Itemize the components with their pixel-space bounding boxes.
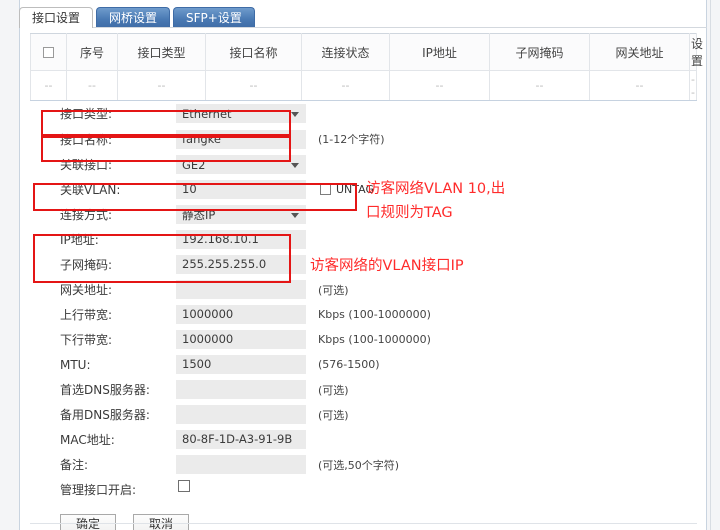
label-mtu: MTU: [60,357,91,372]
select-bind-port[interactable]: GE2 [176,155,306,174]
annotation-ip-note: 访客网络的VLAN接口IP [310,258,464,274]
cancel-button[interactable]: 取消 [133,514,189,530]
table-cell-index: -- [66,70,118,101]
input-mac-address[interactable] [176,430,306,449]
table-cell-interface-type: -- [117,70,206,101]
form-row-gateway: 网关地址: (可选) [30,277,697,302]
confirm-button[interactable]: 确定 [60,514,116,530]
hint-upstream-bandwidth: Kbps (100-1000000) [318,308,431,321]
input-subnet-mask[interactable] [176,255,306,274]
hint-downstream-bandwidth: Kbps (100-1000000) [318,333,431,346]
label-mac-address: MAC地址: [60,433,115,447]
input-remark[interactable] [176,455,306,474]
label-upstream-bandwidth: 上行带宽: [60,308,113,322]
input-dns-primary[interactable] [176,380,306,399]
select-connect-mode-value: 静态IP [182,208,216,222]
label-connect-mode: 连接方式: [60,208,113,222]
table-cell-actions: -- [689,70,697,101]
form-row-remark: 备注: (可选,50个字符) [30,452,697,477]
label-interface-name: 接口名称: [60,132,113,147]
table-header-actions: 设置 [689,33,703,71]
form-actions: 确定 取消 [30,514,697,530]
input-upstream-bandwidth[interactable] [176,305,306,324]
select-all-checkbox[interactable] [43,47,54,58]
table-cell-select: -- [30,70,67,101]
table-cell-ip-address: -- [389,70,490,101]
annotation-vlan-note-line2: 口规则为TAG [366,205,453,221]
form-row-downstream-bandwidth: 下行带宽: Kbps (100-1000000) [30,327,697,352]
bottom-divider [30,523,697,524]
chevron-down-icon [291,111,299,117]
input-interface-name[interactable] [176,129,306,149]
form-row-ip-address: IP地址: [30,227,697,252]
table-cell-interface-name: -- [205,70,302,101]
table-cell-gateway: -- [589,70,690,101]
table-header-link-status: 连接状态 [301,33,390,71]
table-header-interface-name: 接口名称 [205,33,302,71]
hint-interface-name: (1-12个字符) [318,133,385,146]
label-bind-vlan: 关联VLAN: [60,183,121,197]
tab-underline [19,27,707,28]
select-interface-type-value: Ethernet [182,106,232,121]
input-downstream-bandwidth[interactable] [176,330,306,349]
tab-sfp-plus-settings[interactable]: SFP+设置 [173,7,255,28]
input-bind-vlan[interactable] [176,180,306,199]
form-row-dns-backup: 备用DNS服务器: (可选) [30,402,697,427]
label-subnet-mask: 子网掩码: [60,258,113,272]
label-interface-type: 接口类型: [60,106,113,121]
form-row-bind-vlan: 关联VLAN: UNTAG [30,177,697,202]
table-header-row: 序号 接口类型 接口名称 连接状态 IP地址 子网掩码 网关地址 设置 [30,33,703,71]
chevron-down-icon [291,163,299,168]
input-mtu[interactable] [176,355,306,374]
table-row[interactable]: -- -- -- -- -- -- -- -- -- [30,70,697,101]
form-row-connect-mode: 连接方式: 静态IP [30,202,697,227]
panel-right-edge [710,0,711,530]
table-header-interface-type: 接口类型 [117,33,206,71]
interface-form: 接口类型: Ethernet 接口名称: (1-12个字符) 关联接口: [30,100,697,530]
form-row-mgmt-enable: 管理接口开启: [30,477,697,501]
form-row-dns-primary: 首选DNS服务器: (可选) [30,377,697,402]
mgmt-enable-checkbox[interactable] [178,479,190,492]
tab-bridge-settings[interactable]: 网桥设置 [96,7,171,28]
table-cell-link-status: -- [301,70,390,101]
form-row-mtu: MTU: (576-1500) [30,352,697,377]
hint-dns-primary: (可选) [318,383,349,397]
label-gateway: 网关地址: [60,283,113,297]
table-cell-subnet-mask: -- [489,70,590,101]
select-bind-port-value: GE2 [182,158,206,172]
page-root: 接口设置 网桥设置 SFP+设置 序号 接口类型 接口名称 连接状态 IP地址 … [0,0,720,530]
hint-mtu: (576-1500) [318,358,380,371]
chevron-down-icon [291,213,299,218]
table-header-ip-address: IP地址 [389,33,490,71]
hint-gateway: (可选) [318,283,349,297]
table-header-index: 序号 [66,33,118,71]
hint-dns-backup: (可选) [318,408,349,422]
table-header-subnet-mask: 子网掩码 [489,33,590,71]
form-row-interface-type: 接口类型: Ethernet [30,100,697,126]
label-ip-address: IP地址: [60,233,99,247]
label-dns-primary: 首选DNS服务器: [60,383,150,397]
table-header-select-all[interactable] [30,33,67,71]
form-row-mac-address: MAC地址: [30,427,697,452]
input-gateway[interactable] [176,280,306,299]
tab-bar: 接口设置 网桥设置 SFP+设置 [19,6,258,28]
label-remark: 备注: [60,458,89,472]
label-downstream-bandwidth: 下行带宽: [60,333,113,347]
input-ip-address[interactable] [176,230,306,249]
form-row-upstream-bandwidth: 上行带宽: Kbps (100-1000000) [30,302,697,327]
select-connect-mode[interactable]: 静态IP [176,205,306,224]
form-row-interface-name: 接口名称: (1-12个字符) [30,126,697,152]
hint-remark: (可选,50个字符) [318,458,400,472]
tab-interface-settings[interactable]: 接口设置 [19,7,94,28]
input-dns-backup[interactable] [176,405,306,424]
interface-table: 序号 接口类型 接口名称 连接状态 IP地址 子网掩码 网关地址 设置 -- -… [30,33,703,101]
form-row-bind-port: 关联接口: GE2 [30,152,697,177]
untag-checkbox[interactable] [320,184,331,195]
annotation-vlan-note-line1: 访客网络VLAN 10,出 [366,181,506,197]
table-header-gateway: 网关地址 [589,33,690,71]
label-bind-port: 关联接口: [60,158,113,172]
select-interface-type[interactable]: Ethernet [176,103,306,123]
label-dns-backup: 备用DNS服务器: [60,408,150,422]
label-mgmt-enable: 管理接口开启: [60,482,137,497]
